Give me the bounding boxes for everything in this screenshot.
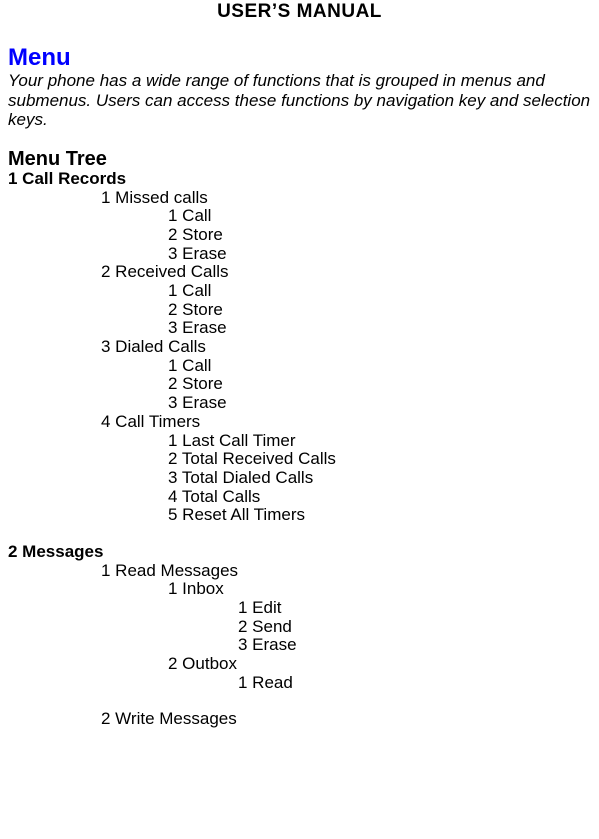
item-inbox-edit: 1 Edit: [8, 599, 591, 618]
item-read-messages: 1 Read Messages: [8, 562, 591, 581]
item-received-call-erase: 3 Erase: [8, 319, 591, 338]
item-dialed-call-store: 2 Store: [8, 375, 591, 394]
item-inbox-send: 2 Send: [8, 618, 591, 637]
item-call-timers: 4 Call Timers: [8, 413, 591, 432]
item-write-messages: 2 Write Messages: [8, 710, 591, 729]
item-inbox-erase: 3 Erase: [8, 636, 591, 655]
item-reset-all-timers: 5 Reset All Timers: [8, 506, 591, 525]
section-call-records: 1 Call Records: [8, 170, 591, 189]
item-missed-call-erase: 3 Erase: [8, 245, 591, 264]
blank-gap: [8, 692, 591, 710]
item-total-received-calls: 2 Total Received Calls: [8, 450, 591, 469]
heading-menu-tree: Menu Tree: [8, 148, 591, 170]
item-inbox: 1 Inbox: [8, 580, 591, 599]
item-total-calls: 4 Total Calls: [8, 488, 591, 507]
item-outbox: 2 Outbox: [8, 655, 591, 674]
item-total-dialed-calls: 3 Total Dialed Calls: [8, 469, 591, 488]
item-missed-call-call: 1 Call: [8, 207, 591, 226]
intro-text: Your phone has a wide range of functions…: [8, 71, 591, 130]
item-last-call-timer: 1 Last Call Timer: [8, 432, 591, 451]
section-messages: 2 Messages: [8, 543, 591, 562]
manual-page: USER’S MANUAL Menu Your phone has a wide…: [0, 0, 599, 737]
item-received-call-call: 1 Call: [8, 282, 591, 301]
heading-menu: Menu: [8, 45, 591, 71]
item-dialed-call-call: 1 Call: [8, 357, 591, 376]
item-received-call-store: 2 Store: [8, 301, 591, 320]
item-outbox-read: 1 Read: [8, 674, 591, 693]
page-title: USER’S MANUAL: [8, 2, 591, 23]
item-missed-call-store: 2 Store: [8, 226, 591, 245]
item-received-calls: 2 Received Calls: [8, 263, 591, 282]
item-dialed-calls: 3 Dialed Calls: [8, 338, 591, 357]
item-missed-calls: 1 Missed calls: [8, 189, 591, 208]
item-dialed-call-erase: 3 Erase: [8, 394, 591, 413]
